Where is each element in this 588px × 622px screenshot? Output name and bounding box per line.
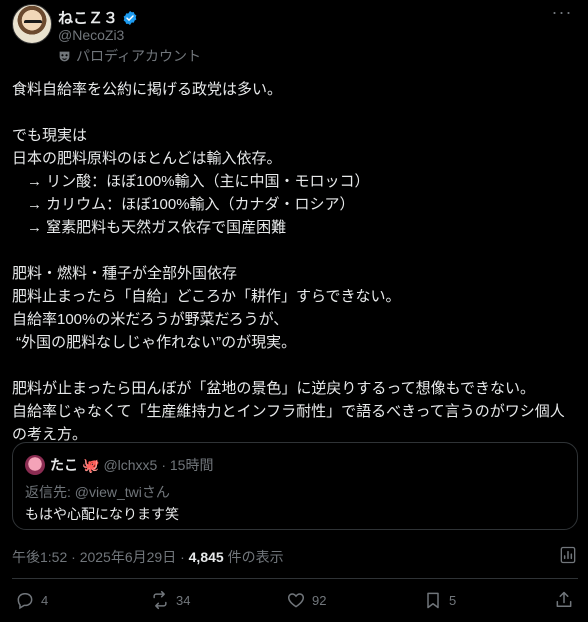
tweet-timestamp[interactable]: 午後1:52 · 2025年6月29日 · [12,549,189,565]
like-button[interactable]: 92 [286,590,326,610]
views-count: 4,845 [188,549,224,565]
quote-time: · 15時間 [161,457,214,473]
like-count: 92 [312,592,327,608]
tweet-body: 食料自給率を公約に掲げる政党は多い。 でも現実は 日本の肥料原料のほとんどは輸入… [12,81,565,443]
analytics-icon[interactable] [558,545,578,565]
heart-icon [287,593,305,608]
quote-author-handle: @lchxx5 [103,457,158,473]
share-icon [556,591,572,607]
author-handle[interactable]: @NecoZi3 [58,27,124,43]
views-label: 件の表示 [223,549,284,565]
verified-badge-icon [123,10,137,25]
author-avatar[interactable] [12,4,52,44]
reply-button[interactable]: 4 [15,590,48,610]
parody-mask-icon [59,51,70,61]
quote-reply-to: 返信先: @view_twiさん [25,484,170,500]
repost-icon [153,590,167,610]
author-name-row: ねこＺ３ [58,7,138,28]
quote-text: もはや心配になります笑 [25,506,179,522]
bookmark-count: 5 [449,592,457,608]
quote-author-name: たこ [50,457,78,473]
repost-count: 34 [176,592,191,608]
bookmark-icon [427,592,439,609]
bookmark-button[interactable]: 5 [423,590,456,610]
action-divider [12,578,578,579]
reply-count: 4 [41,592,49,608]
octopus-emoji: 🐙 [82,456,100,473]
reply-bubble-icon [17,593,33,610]
quote-author-avatar [25,455,45,475]
author-display-name[interactable]: ねこＺ３ [58,7,118,28]
more-dots-icon[interactable]: ··· [548,3,576,28]
tweet-meta: 午後1:52 · 2025年6月29日 · 4,845 件の表示 [12,547,284,567]
share-button[interactable] [554,590,574,610]
quote-author-row: たこ 🐙 @lchxx5 · 15時間 [50,455,213,475]
parody-label-text: パロディアカウント [76,48,202,64]
parody-label: パロディアカウント [58,46,201,66]
quoted-tweet[interactable]: たこ 🐙 @lchxx5 · 15時間 返信先: @view_twiさん もはや… [12,442,578,530]
repost-button[interactable]: 34 [150,590,190,610]
tweet-header: ねこＺ３ ··· @NecoZi3 パロディアカウント [12,3,576,68]
action-bar: 4 34 92 5 [0,590,588,618]
